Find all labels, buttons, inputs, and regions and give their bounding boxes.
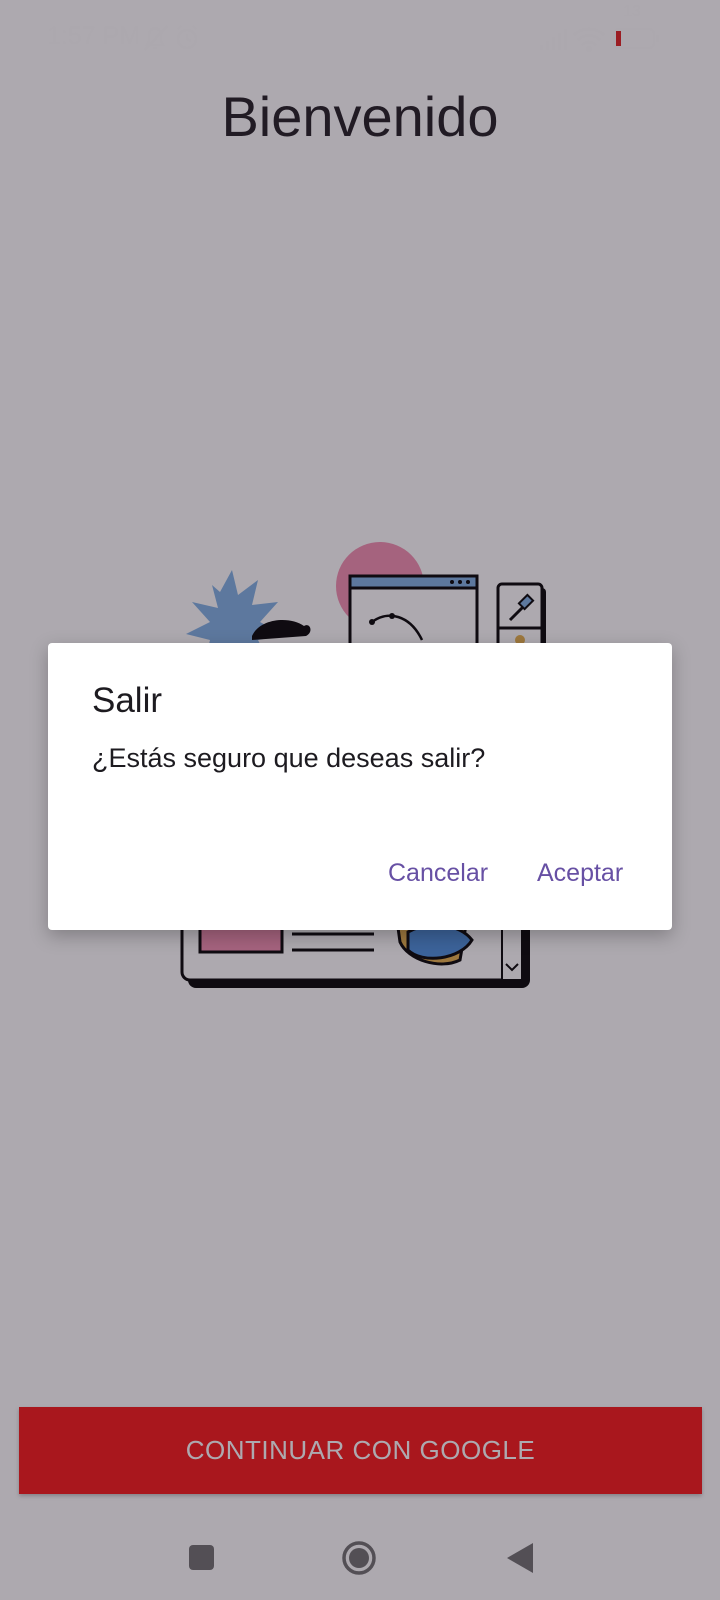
cancel-button[interactable]: Cancelar (388, 859, 488, 888)
exit-dialog: Salir ¿Estás seguro que deseas salir? Ca… (48, 643, 672, 930)
accept-button[interactable]: Aceptar (537, 859, 623, 888)
dialog-message: ¿Estás seguro que deseas salir? (92, 743, 486, 773)
app-screen: 1:57 PM 13 Bienvenido CONTINUAR CON GOOG… (0, 0, 720, 1600)
dialog-title: Salir (92, 681, 163, 720)
